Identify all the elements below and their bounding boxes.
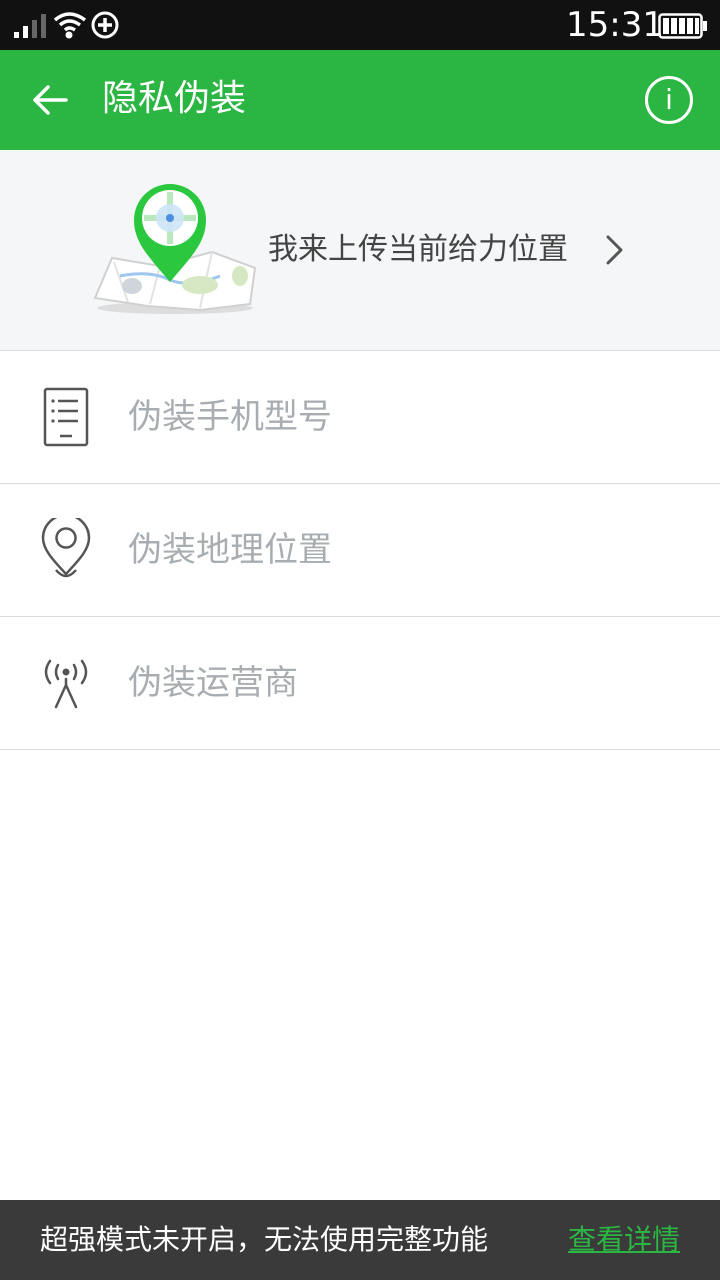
info-icon: i	[665, 83, 673, 116]
bottom-notice-bar: 超强模式未开启，无法使用完整功能 查看详情	[0, 1200, 720, 1280]
list-item-label: 伪装运营商	[128, 663, 298, 703]
phone-model-icon	[43, 387, 89, 447]
map-location-illustration	[93, 184, 257, 314]
upload-location-label: 我来上传当前给力位置	[268, 232, 568, 267]
data-saver-icon	[91, 11, 119, 39]
wifi-icon	[53, 12, 87, 39]
list-item-label: 伪装地理位置	[128, 530, 332, 570]
status-bar: 15:31	[0, 0, 720, 50]
battery-icon	[658, 13, 707, 39]
list-item-label: 伪装手机型号	[128, 397, 332, 437]
location-pin-icon	[41, 518, 91, 578]
notice-message: 超强模式未开启，无法使用完整功能	[40, 1223, 489, 1256]
info-button[interactable]: i	[645, 76, 693, 124]
signal-tower-icon	[44, 659, 88, 709]
status-time: 15:31	[566, 5, 664, 45]
view-details-link[interactable]: 查看详情	[568, 1220, 680, 1260]
list-item-phone-model[interactable]: 伪装手机型号	[0, 351, 720, 484]
back-arrow-icon[interactable]	[28, 78, 72, 122]
app-bar: 隐私伪装 i	[0, 50, 720, 150]
chevron-right-icon	[606, 235, 623, 265]
signal-strength-icon	[14, 14, 46, 38]
upload-location-banner[interactable]: 我来上传当前给力位置	[0, 150, 720, 351]
list-item-carrier[interactable]: 伪装运营商	[0, 617, 720, 750]
list-item-location[interactable]: 伪装地理位置	[0, 484, 720, 617]
page-title: 隐私伪装	[102, 78, 247, 119]
